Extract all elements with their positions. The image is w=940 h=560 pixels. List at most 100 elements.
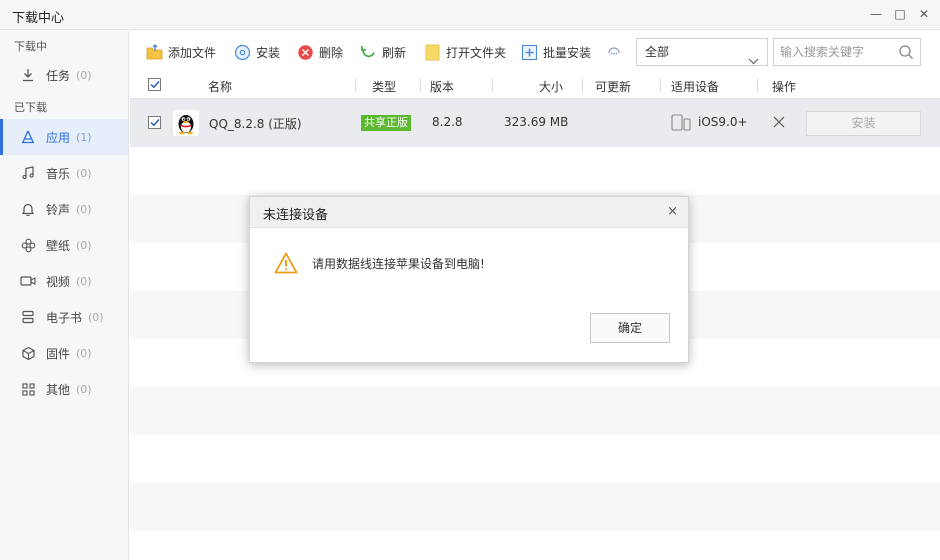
section-downloaded: 已下载 <box>14 101 47 114</box>
device-icon <box>671 114 691 134</box>
search-input[interactable] <box>774 39 892 65</box>
app-size: 323.69 MB <box>504 115 569 129</box>
refresh-label: 刷新 <box>382 45 407 60</box>
more-icon <box>605 44 622 61</box>
table-row[interactable]: QQ_8.2.8 (正版) 共享正版 8.2.8 323.69 MB iOS9.… <box>130 99 940 147</box>
column-divider <box>582 78 583 92</box>
window-title: 下载中心 <box>12 11 65 26</box>
more-button[interactable] <box>605 41 627 63</box>
column-name[interactable]: 名称 <box>208 78 232 95</box>
sidebar-item-label: 壁纸 <box>46 238 71 253</box>
type-badge: 共享正版 <box>361 115 411 131</box>
sidebar-item-label: 应用 <box>46 130 71 145</box>
sidebar-item-count: (0) <box>88 310 104 324</box>
filter-select-value: 全部 <box>645 45 670 59</box>
sidebar-item-count: (0) <box>76 346 92 360</box>
batch-install-icon <box>521 44 538 61</box>
grid-icon <box>20 381 36 397</box>
download-arrow-icon <box>20 67 36 83</box>
column-action[interactable]: 操作 <box>772 78 796 95</box>
open-folder-label: 打开文件夹 <box>446 45 507 60</box>
sidebar-item-ebooks[interactable]: 电子书 (0) <box>0 299 128 335</box>
sidebar-item-label: 固件 <box>46 346 71 361</box>
book-icon <box>20 309 36 325</box>
remove-row-icon[interactable] <box>773 116 785 131</box>
warning-icon <box>274 252 298 277</box>
sidebar-item-apps[interactable]: 应用 (1) <box>0 119 128 155</box>
column-divider <box>355 78 356 92</box>
close-window-button[interactable]: ✕ <box>916 6 932 22</box>
sidebar-item-label: 铃声 <box>46 202 71 217</box>
app-name: QQ_8.2.8 (正版) <box>209 117 302 131</box>
install-button[interactable]: 安装 <box>234 41 280 63</box>
delete-label: 删除 <box>319 45 344 60</box>
bell-icon <box>20 201 36 217</box>
file-icon <box>424 44 441 61</box>
batch-install-button[interactable]: 批量安装 <box>521 41 591 63</box>
dialog-message: 请用数据线连接苹果设备到电脑! <box>312 257 485 271</box>
add-file-button[interactable]: 添加文件 <box>146 41 216 63</box>
minimize-button[interactable]: — <box>868 6 884 22</box>
search-icon[interactable] <box>898 44 914 63</box>
flower-icon <box>20 237 36 253</box>
column-size[interactable]: 大小 <box>539 78 563 95</box>
sidebar-item-ringtones[interactable]: 铃声 (0) <box>0 191 128 227</box>
cube-icon <box>20 345 36 361</box>
column-updatable[interactable]: 可更新 <box>595 78 631 95</box>
dialog-close-button[interactable]: × <box>667 204 678 219</box>
maximize-button[interactable]: □ <box>892 6 908 22</box>
video-camera-icon <box>20 273 36 289</box>
section-downloading: 下载中 <box>14 40 47 53</box>
install-label: 安装 <box>256 45 281 60</box>
sidebar-item-videos[interactable]: 视频 (0) <box>0 263 128 299</box>
toolbar: 添加文件 安装 删除 刷新 打开文件夹 批量安装 全部 <box>130 31 940 71</box>
sidebar-item-count: (0) <box>76 68 92 82</box>
sidebar: 下载中 任务 (0) 已下载 应用 (1) 音乐 (0) 铃声 (0) 壁纸 ( <box>0 31 129 560</box>
sidebar-item-count: (0) <box>76 202 92 216</box>
disc-install-icon <box>234 44 251 61</box>
column-divider <box>492 78 493 92</box>
not-connected-dialog: 未连接设备 × 请用数据线连接苹果设备到电脑! 确定 <box>249 196 689 363</box>
row-checkbox[interactable] <box>148 116 161 129</box>
empty-row <box>130 387 940 435</box>
add-file-label: 添加文件 <box>168 45 217 60</box>
refresh-button[interactable]: 刷新 <box>360 41 406 63</box>
apps-icon <box>20 129 36 145</box>
column-device[interactable]: 适用设备 <box>671 78 719 95</box>
column-version[interactable]: 版本 <box>430 78 454 95</box>
sidebar-item-label: 其他 <box>46 382 71 397</box>
column-divider <box>420 78 421 92</box>
select-all-checkbox[interactable] <box>148 78 161 91</box>
column-type[interactable]: 类型 <box>372 78 396 95</box>
search-box <box>773 38 921 66</box>
sidebar-item-label: 电子书 <box>46 310 83 325</box>
sidebar-item-count: (1) <box>76 130 92 144</box>
sidebar-item-firmware[interactable]: 固件 (0) <box>0 335 128 371</box>
sidebar-item-others[interactable]: 其他 (0) <box>0 371 128 407</box>
sidebar-item-count: (0) <box>76 238 92 252</box>
delete-button[interactable]: 删除 <box>297 41 343 63</box>
ok-button[interactable]: 确定 <box>590 313 670 343</box>
dialog-header: 未连接设备 × <box>250 197 688 228</box>
sidebar-item-count: (0) <box>76 274 92 288</box>
app-device: iOS9.0+ <box>698 115 748 129</box>
batch-install-label: 批量安装 <box>543 45 592 60</box>
row-install-button[interactable]: 安装 <box>806 111 921 136</box>
folder-plus-icon <box>146 43 163 61</box>
music-note-icon <box>20 165 36 181</box>
sidebar-item-music[interactable]: 音乐 (0) <box>0 155 128 191</box>
refresh-icon <box>360 44 377 61</box>
sidebar-item-label: 任务 <box>46 68 71 83</box>
sidebar-item-count: (0) <box>76 382 92 396</box>
sidebar-item-count: (0) <box>76 166 92 180</box>
filter-select[interactable]: 全部 <box>636 38 768 66</box>
sidebar-item-label: 视频 <box>46 274 71 289</box>
column-divider <box>757 78 758 92</box>
app-version: 8.2.8 <box>432 115 463 129</box>
dialog-title: 未连接设备 <box>263 208 329 223</box>
open-folder-button[interactable]: 打开文件夹 <box>424 41 506 63</box>
empty-row <box>130 483 940 531</box>
qq-penguin-icon <box>173 110 199 136</box>
sidebar-item-tasks[interactable]: 任务 (0) <box>0 57 128 93</box>
sidebar-item-wallpapers[interactable]: 壁纸 (0) <box>0 227 128 263</box>
